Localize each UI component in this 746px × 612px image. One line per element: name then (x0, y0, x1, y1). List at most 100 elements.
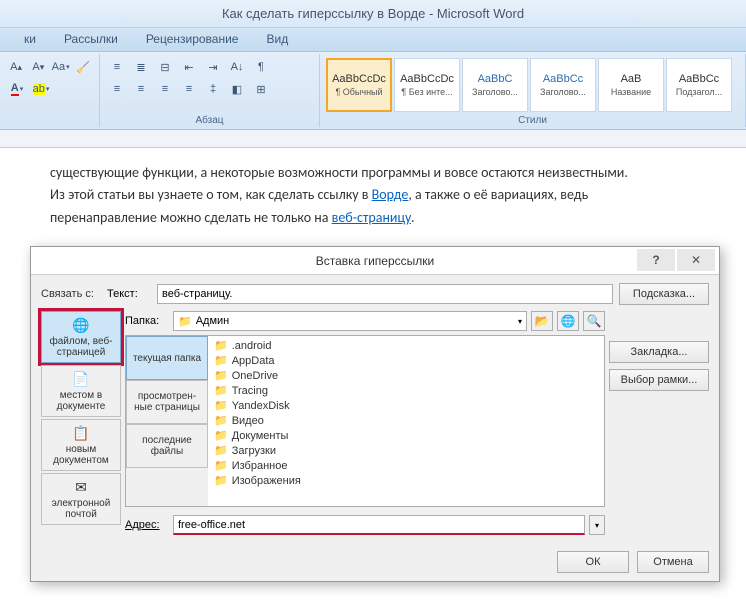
screentip-button[interactable]: Подсказка... (619, 283, 709, 305)
browse-file-icon[interactable]: 🔍 (583, 311, 605, 331)
file-item[interactable]: 📁Видео (210, 413, 602, 428)
folder-dropdown[interactable]: 📁 Админ ▾ (173, 311, 527, 331)
ribbon: A▴ A▾ Aa▾ 🧹 A▾ ab▾ ≡ ≣ ⊟ ⇤ ⇥ A↓ ¶ ≡ ≡ ≡ … (0, 52, 746, 130)
folder-label: Папка: (125, 315, 169, 327)
folder-icon: 📁 (178, 315, 192, 328)
change-case-icon[interactable]: Aa▾ (51, 56, 71, 78)
link-type-icon: 📋 (71, 424, 91, 442)
browse-web-icon[interactable]: 🌐 (557, 311, 579, 331)
font-color-icon[interactable]: A▾ (6, 78, 28, 100)
ruler (0, 130, 746, 148)
doc-text: . (411, 209, 415, 226)
link-type-option[interactable]: ✉электронной почтой (41, 473, 121, 525)
folder-icon: 📁 (214, 399, 228, 412)
address-dropdown-icon[interactable]: ▾ (589, 515, 605, 535)
styles-label: Стили (320, 115, 745, 126)
browse-tab[interactable]: последние файлы (126, 424, 208, 468)
folder-icon: 📁 (214, 384, 228, 397)
file-item[interactable]: 📁Документы (210, 428, 602, 443)
bullets-icon[interactable]: ≡ (106, 56, 128, 78)
paragraph-label: Абзац (100, 115, 319, 126)
folder-icon: 📁 (214, 459, 228, 472)
align-right-icon[interactable]: ≡ (154, 78, 176, 100)
line-spacing-icon[interactable]: ‡ (202, 78, 224, 100)
help-button[interactable]: ? (637, 249, 675, 271)
document-body: существующие функции, а некоторые возмож… (0, 148, 746, 239)
file-item[interactable]: 📁Загрузки (210, 443, 602, 458)
style-item[interactable]: AaBbCcПодзагол... (666, 58, 732, 112)
grow-font-icon[interactable]: A▴ (6, 56, 26, 78)
paragraph-group: ≡ ≣ ⊟ ⇤ ⇥ A↓ ¶ ≡ ≡ ≡ ≡ ‡ ◧ ⊞ Абзац (100, 54, 320, 127)
folder-icon: 📁 (214, 474, 228, 487)
hyperlink[interactable]: веб-страницу (332, 209, 411, 226)
file-item[interactable]: 📁.android (210, 338, 602, 353)
file-item[interactable]: 📁Избранное (210, 458, 602, 473)
folder-icon: 📁 (214, 414, 228, 427)
chevron-down-icon: ▾ (518, 317, 522, 326)
style-item[interactable]: AaBbCЗаголово... (462, 58, 528, 112)
folder-icon: 📁 (214, 354, 228, 367)
hyperlink[interactable]: Ворде (372, 186, 409, 203)
borders-icon[interactable]: ⊞ (250, 78, 272, 100)
doc-text: Из этой статьи вы узнаете о том, как сде… (50, 186, 372, 203)
style-item[interactable]: AaBbCcDc¶ Обычный (326, 58, 392, 112)
file-item[interactable]: 📁Изображения (210, 473, 602, 488)
up-folder-icon[interactable]: 📂 (531, 311, 553, 331)
link-with-label: Связать с: (41, 288, 101, 300)
ribbon-tabs: ки Рассылки Рецензирование Вид (0, 28, 746, 52)
link-type-icon: 🌐 (71, 316, 91, 334)
address-label: Адрес: (125, 519, 169, 531)
display-text-input[interactable] (157, 284, 613, 304)
file-item[interactable]: 📁YandexDisk (210, 398, 602, 413)
folder-icon: 📁 (214, 339, 228, 352)
text-label: Текст: (107, 288, 151, 300)
bookmark-button[interactable]: Закладка... (609, 341, 709, 363)
dialog-title-bar: Вставка гиперссылки ? ✕ (31, 247, 719, 275)
justify-icon[interactable]: ≡ (178, 78, 200, 100)
link-type-option[interactable]: 📋новым документом (41, 419, 121, 471)
doc-text: , а также о её вариациях, ведь (408, 186, 588, 203)
highlight-icon[interactable]: ab▾ (30, 78, 52, 100)
style-item[interactable]: AaBbCcDc¶ Без инте... (394, 58, 460, 112)
folder-value: Админ (196, 315, 230, 327)
link-type-option[interactable]: 🌐файлом, веб-страницей (41, 311, 121, 363)
link-type-option[interactable]: 📄местом в документе (41, 365, 121, 417)
file-item[interactable]: 📁OneDrive (210, 368, 602, 383)
ribbon-tab[interactable]: Вид (252, 28, 302, 51)
file-item[interactable]: 📁AppData (210, 353, 602, 368)
clear-format-icon[interactable]: 🧹 (73, 56, 93, 78)
target-frame-button[interactable]: Выбор рамки... (609, 369, 709, 391)
ribbon-tab[interactable]: Рецензирование (132, 28, 253, 51)
doc-text: перенаправление можно сделать не только … (50, 209, 332, 226)
folder-icon: 📁 (214, 429, 228, 442)
shading-icon[interactable]: ◧ (226, 78, 248, 100)
font-group: A▴ A▾ Aa▾ 🧹 A▾ ab▾ (0, 54, 100, 127)
link-type-icon: 📄 (71, 370, 91, 388)
doc-text: существующие функции, а некоторые возмож… (50, 164, 628, 181)
ribbon-tab[interactable]: ки (10, 28, 50, 51)
sort-icon[interactable]: A↓ (226, 56, 248, 78)
shrink-font-icon[interactable]: A▾ (28, 56, 48, 78)
browse-tab[interactable]: текущая папка (126, 336, 208, 380)
styles-group: AaBbCcDc¶ ОбычныйAaBbCcDc¶ Без инте...Aa… (320, 54, 746, 127)
ok-button[interactable]: ОК (557, 551, 629, 573)
outdent-icon[interactable]: ⇤ (178, 56, 200, 78)
cancel-button[interactable]: Отмена (637, 551, 709, 573)
window-title: Как сделать гиперссылку в Ворде - Micros… (0, 0, 746, 28)
show-marks-icon[interactable]: ¶ (250, 56, 272, 78)
folder-icon: 📁 (214, 444, 228, 457)
numbering-icon[interactable]: ≣ (130, 56, 152, 78)
link-type-icon: ✉ (71, 478, 91, 496)
address-input[interactable] (173, 515, 585, 535)
style-item[interactable]: AaBНазвание (598, 58, 664, 112)
close-button[interactable]: ✕ (677, 249, 715, 271)
insert-hyperlink-dialog: Вставка гиперссылки ? ✕ Связать с: Текст… (30, 246, 720, 582)
style-item[interactable]: AaBbCcЗаголово... (530, 58, 596, 112)
align-left-icon[interactable]: ≡ (106, 78, 128, 100)
multilevel-icon[interactable]: ⊟ (154, 56, 176, 78)
browse-tab[interactable]: просмотрен-ные страницы (126, 380, 208, 424)
file-item[interactable]: 📁Tracing (210, 383, 602, 398)
indent-icon[interactable]: ⇥ (202, 56, 224, 78)
ribbon-tab[interactable]: Рассылки (50, 28, 132, 51)
align-center-icon[interactable]: ≡ (130, 78, 152, 100)
